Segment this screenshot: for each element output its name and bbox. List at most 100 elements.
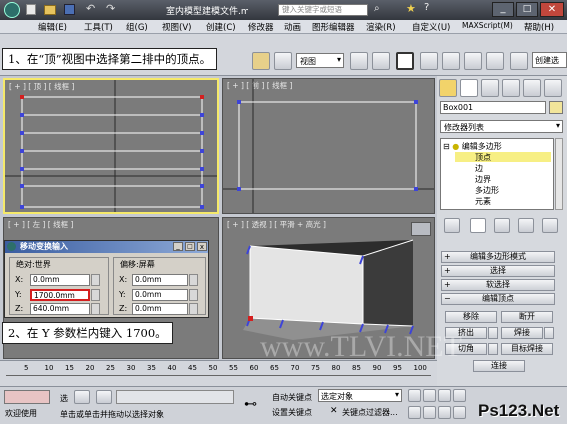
close-button[interactable]: ✕ bbox=[540, 2, 564, 17]
undo-icon[interactable]: ↶ bbox=[86, 2, 95, 15]
orbit-icon[interactable] bbox=[453, 406, 466, 419]
pan-icon[interactable] bbox=[438, 406, 451, 419]
selected-object-dropdown[interactable]: 选定对象 ▾ bbox=[318, 389, 402, 402]
weld-button[interactable]: 焊接 bbox=[501, 327, 543, 339]
go-to-start-icon[interactable] bbox=[408, 389, 421, 402]
rollout-soft-selection[interactable]: + 软选择 bbox=[441, 279, 555, 291]
viewport-front[interactable]: [ + ] [ 前 ] [ 线框 ] bbox=[222, 78, 435, 214]
app-logo-icon[interactable] bbox=[4, 2, 20, 18]
off-z-spinner[interactable] bbox=[189, 303, 198, 315]
stack-scrollbar[interactable] bbox=[555, 138, 563, 210]
select-and-manipulate-icon[interactable] bbox=[372, 52, 390, 70]
snap-toggle-icon[interactable] bbox=[420, 52, 438, 70]
connect-button[interactable]: 连接 bbox=[473, 360, 525, 372]
percent-snap-icon[interactable] bbox=[464, 52, 482, 70]
zoom-icon[interactable] bbox=[408, 406, 421, 419]
play-icon[interactable] bbox=[438, 389, 451, 402]
coordinate-fields[interactable] bbox=[116, 390, 234, 404]
stack-item-edit-poly[interactable]: ⊟ ● 编辑多边形 bbox=[443, 141, 551, 151]
auto-key-label[interactable]: 自动关键点 bbox=[272, 392, 312, 403]
remove-modifier-icon[interactable] bbox=[518, 218, 534, 233]
menu-tools[interactable]: 工具(T) bbox=[84, 21, 113, 33]
maximize-button[interactable]: □ bbox=[516, 2, 538, 17]
modifier-list-dropdown[interactable]: 修改器列表 ▾ bbox=[440, 120, 563, 133]
menu-customize[interactable]: 自定义(U) bbox=[412, 21, 450, 33]
menu-animation[interactable]: 动画 bbox=[284, 21, 301, 33]
chamfer-settings-button[interactable] bbox=[488, 343, 498, 355]
open-file-icon[interactable] bbox=[44, 5, 56, 15]
stack-item-polygon[interactable]: 多边形 bbox=[475, 185, 499, 196]
weld-settings-button[interactable] bbox=[544, 327, 554, 339]
redo-icon[interactable]: ↷ bbox=[106, 2, 115, 15]
abs-y-spinner[interactable] bbox=[91, 289, 100, 301]
rollout-selection[interactable]: + 选择 bbox=[441, 265, 555, 277]
abs-z-spinner[interactable] bbox=[91, 303, 100, 315]
minimize-button[interactable]: _ bbox=[492, 2, 514, 17]
abs-x-spinner[interactable] bbox=[91, 274, 100, 286]
object-name-field[interactable]: Box001 bbox=[440, 101, 546, 114]
keyboard-shortcut-icon[interactable] bbox=[396, 52, 414, 70]
create-selection-field[interactable]: 创建选 bbox=[532, 52, 567, 68]
binoculars-icon[interactable]: ⌕ bbox=[374, 3, 380, 14]
abs-x-field[interactable]: 0.0mm bbox=[30, 274, 90, 286]
new-file-icon[interactable] bbox=[26, 4, 36, 15]
view-select-dropdown[interactable]: 视图 ▾ bbox=[296, 53, 344, 68]
abs-z-field[interactable]: 640.0mm bbox=[30, 303, 90, 315]
menu-graph-editors[interactable]: 图形编辑器 bbox=[312, 21, 355, 33]
search-input[interactable]: 键入关键字或短语 bbox=[278, 4, 368, 16]
pivot-icon[interactable] bbox=[350, 52, 368, 70]
break-button[interactable]: 断开 bbox=[501, 311, 553, 323]
star-icon[interactable]: ★ bbox=[406, 2, 416, 15]
create-tab-icon[interactable] bbox=[439, 79, 457, 97]
maxscript-listener[interactable] bbox=[4, 390, 50, 404]
menu-edit[interactable]: 编辑(E) bbox=[38, 21, 67, 33]
stack-item-border[interactable]: 边界 bbox=[475, 174, 491, 185]
stack-item-element[interactable]: 元素 bbox=[475, 196, 491, 207]
stack-item-edge[interactable]: 边 bbox=[475, 163, 483, 174]
extrude-settings-button[interactable] bbox=[488, 327, 498, 339]
rollout-edit-vertices[interactable]: − 编辑顶点 bbox=[441, 293, 555, 305]
angle-snap-icon[interactable] bbox=[442, 52, 460, 70]
menu-create[interactable]: 创建(C) bbox=[206, 21, 236, 33]
key-icon[interactable]: ⊷ bbox=[244, 397, 257, 412]
rotate-tool-icon[interactable] bbox=[252, 52, 270, 70]
menu-rendering[interactable]: 渲染(R) bbox=[366, 21, 396, 33]
dialog-maximize-button[interactable]: □ bbox=[185, 242, 195, 251]
object-color-swatch[interactable] bbox=[549, 101, 563, 114]
viewport-top[interactable]: [ + ] [ 顶 ] [ 线框 ] bbox=[3, 78, 219, 214]
configure-modifier-sets-icon[interactable] bbox=[542, 218, 558, 233]
motion-tab-icon[interactable] bbox=[502, 79, 520, 97]
menu-modifiers[interactable]: 修改器 bbox=[248, 21, 274, 33]
show-end-result-icon[interactable] bbox=[470, 218, 486, 233]
rollout-edit-poly-mode[interactable]: + 编辑多边形模式 bbox=[441, 251, 555, 263]
off-x-spinner[interactable] bbox=[189, 274, 198, 286]
menu-views[interactable]: 视图(V) bbox=[162, 21, 191, 33]
target-weld-button[interactable]: 目标焊接 bbox=[501, 343, 553, 355]
menu-group[interactable]: 组(G) bbox=[126, 21, 148, 33]
spinner-snap-icon[interactable] bbox=[486, 52, 504, 70]
key-filters-button[interactable]: 关键点过滤器... bbox=[342, 407, 398, 418]
scale-tool-icon[interactable] bbox=[274, 52, 292, 70]
dialog-minimize-button[interactable]: _ bbox=[173, 242, 183, 251]
remove-button[interactable]: 移除 bbox=[445, 311, 497, 323]
edit-named-selection-icon[interactable] bbox=[510, 52, 528, 70]
off-x-field[interactable]: 0.0mm bbox=[132, 274, 188, 286]
utilities-tab-icon[interactable] bbox=[544, 79, 562, 97]
save-file-icon[interactable] bbox=[64, 4, 75, 15]
abs-y-field[interactable]: 1700.0mm bbox=[30, 289, 90, 301]
off-y-spinner[interactable] bbox=[189, 289, 198, 301]
stack-item-vertex[interactable]: 顶点 bbox=[455, 152, 551, 162]
viewcube-icon[interactable] bbox=[411, 222, 431, 236]
previous-frame-icon[interactable] bbox=[423, 389, 436, 402]
pin-stack-icon[interactable] bbox=[444, 218, 460, 233]
absolute-mode-icon[interactable] bbox=[96, 390, 112, 404]
zoom-all-icon[interactable] bbox=[423, 406, 436, 419]
off-y-field[interactable]: 0.0mm bbox=[132, 289, 188, 301]
set-key-label[interactable]: 设置关键点 bbox=[272, 407, 312, 418]
make-unique-icon[interactable] bbox=[494, 218, 510, 233]
hierarchy-tab-icon[interactable] bbox=[481, 79, 499, 97]
modify-tab-icon[interactable] bbox=[460, 79, 478, 97]
menu-help[interactable]: 帮助(H) bbox=[524, 21, 554, 33]
display-tab-icon[interactable] bbox=[523, 79, 541, 97]
selection-lock-icon[interactable] bbox=[74, 390, 90, 404]
